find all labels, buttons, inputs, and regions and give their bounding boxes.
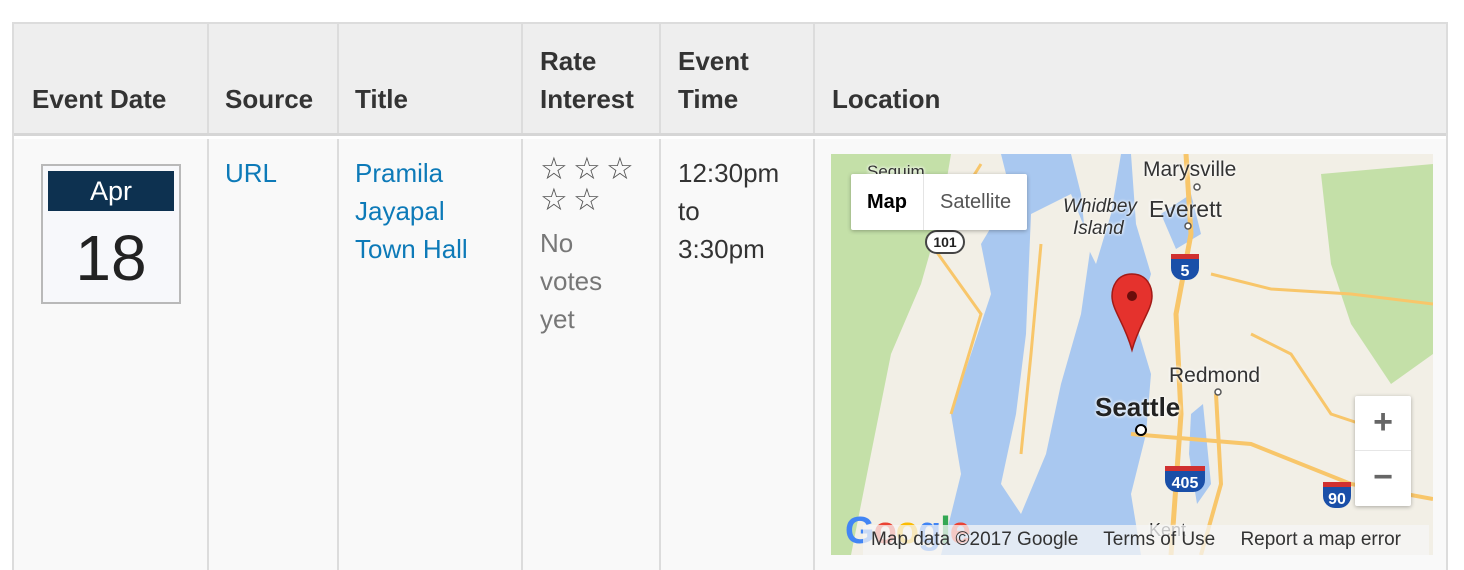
cell-event-date: Apr 18 — [14, 139, 209, 570]
star-2-icon[interactable]: ☆ — [573, 153, 606, 184]
marker-center-icon — [1127, 291, 1137, 301]
header-time-line1[interactable]: Event — [678, 42, 749, 80]
map-type-map-button[interactable]: Map — [851, 174, 924, 230]
report-map-error-link[interactable]: Report a map error — [1240, 529, 1401, 550]
rating-status-line3: yet — [540, 304, 575, 334]
map-zoom-control: + − — [1355, 396, 1411, 506]
header-cell-event-date[interactable]: Event Date — [14, 24, 209, 133]
star-4-icon[interactable]: ☆ — [540, 184, 573, 215]
header-title[interactable]: Title — [355, 80, 408, 118]
map-attribution-bar: Map data ©2017 Google Terms of Use Repor… — [863, 525, 1429, 555]
cell-location: Sequim Marysville Whidbey Island Everett… — [815, 139, 1448, 570]
map-label-seattle: Seattle — [1095, 392, 1181, 422]
map-label-marysville: Marysville — [1143, 158, 1237, 181]
route-i5-shield: 5 — [1171, 254, 1199, 280]
header-cell-event-time[interactable]: Event Time — [661, 24, 815, 133]
header-cell-rate-interest[interactable]: Rate Interest — [523, 24, 661, 133]
terms-of-use-link[interactable]: Terms of Use — [1103, 529, 1215, 550]
cell-rate-interest: ☆ ☆ ☆☆ ☆ No votes yet — [523, 139, 661, 570]
header-source[interactable]: Source — [225, 80, 313, 118]
zoom-out-button[interactable]: − — [1355, 451, 1411, 506]
redmond-dot — [1214, 388, 1222, 396]
map-data-attribution: Map data ©2017 Google — [871, 529, 1079, 550]
event-title-link-line1[interactable]: Pramila — [355, 154, 443, 192]
map-type-satellite-button[interactable]: Satellite — [924, 174, 1027, 230]
seattle-dot — [1135, 424, 1147, 436]
map-type-toggle: Map Satellite — [851, 174, 1028, 230]
table-row: Apr 18 URL Pramila Jayapal Town Hall ☆ ☆ ☆… — [14, 139, 1446, 570]
map-label-redmond: Redmond — [1169, 364, 1261, 387]
header-location[interactable]: Location — [832, 80, 940, 118]
source-url-link[interactable]: URL — [225, 154, 277, 192]
events-table: Event Date Source Title Rate Interest Ev… — [12, 22, 1448, 570]
event-time-separator: to — [678, 196, 700, 226]
rating-status-line2: votes — [540, 266, 603, 296]
cell-event-time: 12:30pm to 3:30pm — [661, 139, 815, 570]
route-i405-shield: 405 — [1165, 466, 1205, 492]
zoom-in-button[interactable]: + — [1355, 396, 1411, 451]
star-5-icon[interactable]: ☆ — [573, 184, 606, 215]
header-rate-line2[interactable]: Interest — [540, 80, 634, 118]
header-cell-location[interactable]: Location — [815, 24, 1448, 133]
star-3-icon[interactable]: ☆ — [606, 153, 639, 184]
map-label-whidbey: Whidbey — [1063, 196, 1137, 217]
calendar-day: 18 — [75, 222, 147, 294]
location-map[interactable]: Sequim Marysville Whidbey Island Everett… — [831, 154, 1433, 555]
calendar-month: Apr — [48, 171, 174, 211]
map-label-everett: Everett — [1149, 196, 1222, 222]
event-start-time: 12:30pm — [678, 158, 780, 188]
event-title-link-line2[interactable]: Jayapal — [355, 192, 445, 230]
header-event-date[interactable]: Event Date — [32, 80, 166, 118]
route-101-shield: 101 — [925, 230, 965, 254]
cell-title: Pramila Jayapal Town Hall — [339, 139, 523, 570]
cell-source: URL — [209, 139, 339, 570]
star-1-icon[interactable]: ☆ — [540, 153, 573, 184]
event-end-time: 3:30pm — [678, 234, 765, 264]
calendar-date-badge: Apr 18 — [41, 164, 181, 304]
event-title-link-line3[interactable]: Town Hall — [355, 230, 468, 268]
table-header: Event Date Source Title Rate Interest Ev… — [14, 24, 1446, 136]
rating-status-line1: No — [540, 228, 574, 258]
kitsap-land — [1001, 194, 1091, 514]
map-label-island: Island — [1073, 218, 1124, 239]
header-rate-line1[interactable]: Rate — [540, 42, 596, 80]
marysville-dot — [1193, 183, 1201, 191]
everett-dot — [1184, 222, 1192, 230]
star-rating[interactable]: ☆ ☆ ☆☆ ☆ — [540, 153, 650, 215]
header-time-line2[interactable]: Time — [678, 80, 738, 118]
route-i90-shield: 90 — [1323, 482, 1351, 508]
header-cell-title[interactable]: Title — [339, 24, 523, 133]
header-cell-source[interactable]: Source — [209, 24, 339, 133]
